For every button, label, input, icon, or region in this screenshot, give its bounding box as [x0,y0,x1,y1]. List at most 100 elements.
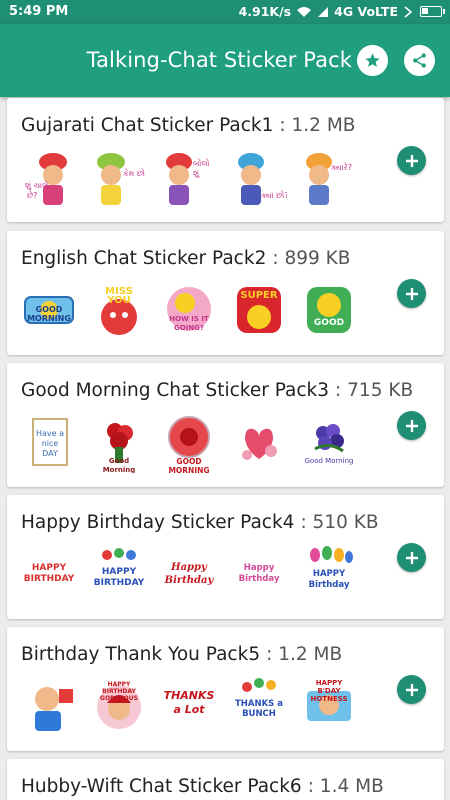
share-button[interactable] [404,45,435,76]
add-to-whatsapp-button[interactable] [397,279,426,308]
sticker-caption: Happy Birthday [238,563,280,584]
status-bar: 5:49 PM 4.91K/s 4G VoLTE [0,0,450,24]
sticker-caption: HAPPY B'DAY HOTNESS [310,679,348,703]
pack-title: Good Morning Chat Sticker Pack3: 715 KB [21,380,413,401]
sticker-thumbnail: HAPPY B'DAY HOTNESS [301,677,357,737]
pack-size: : 510 KB [300,512,379,533]
sticker-caption: HOW IS IT GOING? [169,315,209,332]
sticker-thumbnail: ક્યારે? [301,148,357,208]
sticker-caption: HAPPY Birthday [308,569,350,590]
pack-size: : 1.2 MB [279,115,356,136]
sticker-preview-row: GOOD MORNING MISS YOU HOW IS IT GOING? S… [21,281,357,341]
svg-text:છે?: છે? [27,190,37,200]
pack-name: Gujarati Chat Sticker Pack1 [21,115,274,136]
sticker-thumbnail: કેમ છો [91,148,147,208]
sticker-thumbnail: HAPPY Birthday [301,545,357,605]
pack-title: Hubby-Wift Chat Sticker Pack6: 1.4 MB [21,776,384,797]
sticker-pack-card[interactable]: Good Morning Chat Sticker Pack3: 715 KB … [7,363,444,487]
sticker-pack-card[interactable]: Birthday Thank You Pack5: 1.2 MB HAPPY B… [7,627,444,751]
star-icon [365,53,380,67]
pack-title: Gujarati Chat Sticker Pack1: 1.2 MB [21,115,356,136]
sticker-caption: MISS YOU [105,286,133,306]
svg-text:બોલો: બોલો [193,158,209,168]
sticker-pack-card[interactable]: Happy Birthday Sticker Pack4: 510 KB HAP… [7,495,444,619]
add-to-whatsapp-button[interactable] [397,675,426,704]
sticker-thumbnail: બોલો શું [161,148,217,208]
network-speed: 4.91K/s [238,4,292,19]
plus-icon [405,551,418,564]
pack-name: Hubby-Wift Chat Sticker Pack6 [21,776,302,797]
sticker-caption: HAPPY BIRTHDAY [93,567,145,588]
svg-text:શું ચાલે: શું ચાલે [25,180,48,190]
sticker-thumbnail: HAPPY BIRTHDAY [91,545,147,605]
sticker-caption: SUPER [240,290,278,301]
add-to-whatsapp-button[interactable] [397,146,426,175]
battery-icon [420,6,445,17]
pack-name: Happy Birthday Sticker Pack4 [21,512,295,533]
sticker-thumbnail [231,413,287,473]
sticker-thumbnail: Good Morning [301,413,357,473]
svg-text:ક્યારે?: ક્યારે? [331,162,352,172]
pack-size: : 715 KB [335,380,414,401]
plus-icon [405,419,418,432]
add-to-whatsapp-button[interactable] [397,411,426,440]
pack-title: English Chat Sticker Pack2: 899 KB [21,248,350,269]
sticker-thumbnail: શું ચાલે છે? [21,148,77,208]
sticker-caption: Happy Birthday [164,562,214,586]
sticker-thumbnail: Have a nice DAY [21,413,77,473]
pack-size: : 899 KB [272,248,351,269]
sticker-thumbnail: GOOD MORNING [161,413,217,473]
sticker-thumbnail: HAPPY BIRTHDAY [21,545,77,605]
sticker-caption: HAPPY BIRTHDAY [23,563,75,584]
sticker-thumbnail: SUPER [231,281,287,341]
svg-text:કેમ છો: કેમ છો [123,168,145,178]
network-type: 4G VoLTE [334,4,398,19]
share-icon [413,53,426,68]
wifi-icon [297,6,312,17]
sticker-caption: GOOD MORNING [27,305,71,323]
sticker-thumbnail: Good Morning [91,413,147,473]
sticker-caption: HAPPY BIRTHDAY GORGEOUS [100,681,138,702]
pack-name: English Chat Sticker Pack2 [21,248,267,269]
plus-icon [405,287,418,300]
sticker-preview-row: Have a nice DAY Good Morning GOOD MORNIN… [21,413,357,473]
sticker-caption: Good Morning [304,457,354,465]
sticker-caption: Have a nice DAY [35,429,65,458]
sticker-thumbnail: Happy Birthday [161,545,217,605]
sticker-thumbnail: MISS YOU [91,281,147,341]
sticker-thumbnail: HOW IS IT GOING? [161,281,217,341]
sticker-thumbnail: Happy Birthday [231,545,287,605]
sticker-caption: THANKS a BUNCH [234,699,283,719]
sticker-preview-row: HAPPY BIRTHDAY HAPPY BIRTHDAY Happy Birt… [21,545,357,605]
pack-title: Happy Birthday Sticker Pack4: 510 KB [21,512,379,533]
sticker-caption: GOOD MORNING [168,457,210,473]
sticker-thumbnail [21,677,77,737]
app-bar: Talking-Chat Sticker Pack [0,24,450,97]
rate-button[interactable] [357,45,388,76]
pack-name: Birthday Thank You Pack5 [21,644,261,665]
plus-icon [405,683,418,696]
sticker-thumbnail: GOOD MORNING [21,281,77,341]
sticker-thumbnail: HAPPY BIRTHDAY GORGEOUS [91,677,147,737]
app-title: Talking-Chat Sticker Pack [86,48,352,72]
sticker-caption: Good Morning [102,457,136,473]
svg-text:ક્યાં છો?: ક્યાં છો? [261,190,287,200]
sticker-caption: THANKS a Lot [163,689,215,716]
plus-icon [405,154,418,167]
sticker-preview-row: શું ચાલે છે? કેમ છો બોલો શું ક્યાં છો? ક્ય… [21,148,357,208]
pack-size: : 1.2 MB [266,644,343,665]
sticker-pack-card[interactable]: Gujarati Chat Sticker Pack1: 1.2 MB શું … [7,98,444,222]
sticker-preview-row: HAPPY BIRTHDAY GORGEOUS THANKS a Lot THA… [21,677,357,737]
add-to-whatsapp-button[interactable] [397,543,426,572]
notification-icon [404,5,413,18]
status-time: 5:49 PM [9,4,69,19]
svg-text:શું: શું [193,168,200,178]
sticker-pack-card[interactable]: Hubby-Wift Chat Sticker Pack6: 1.4 MB [7,759,444,800]
pack-size: : 1.4 MB [307,776,384,797]
sticker-thumbnail: THANKS a Lot [161,677,217,737]
pack-title: Birthday Thank You Pack5: 1.2 MB [21,644,342,665]
sticker-thumbnail: GOOD [301,281,357,341]
sticker-thumbnail: THANKS a BUNCH [231,677,287,737]
sticker-pack-card[interactable]: English Chat Sticker Pack2: 899 KB GOOD … [7,231,444,355]
signal-icon [318,6,329,17]
